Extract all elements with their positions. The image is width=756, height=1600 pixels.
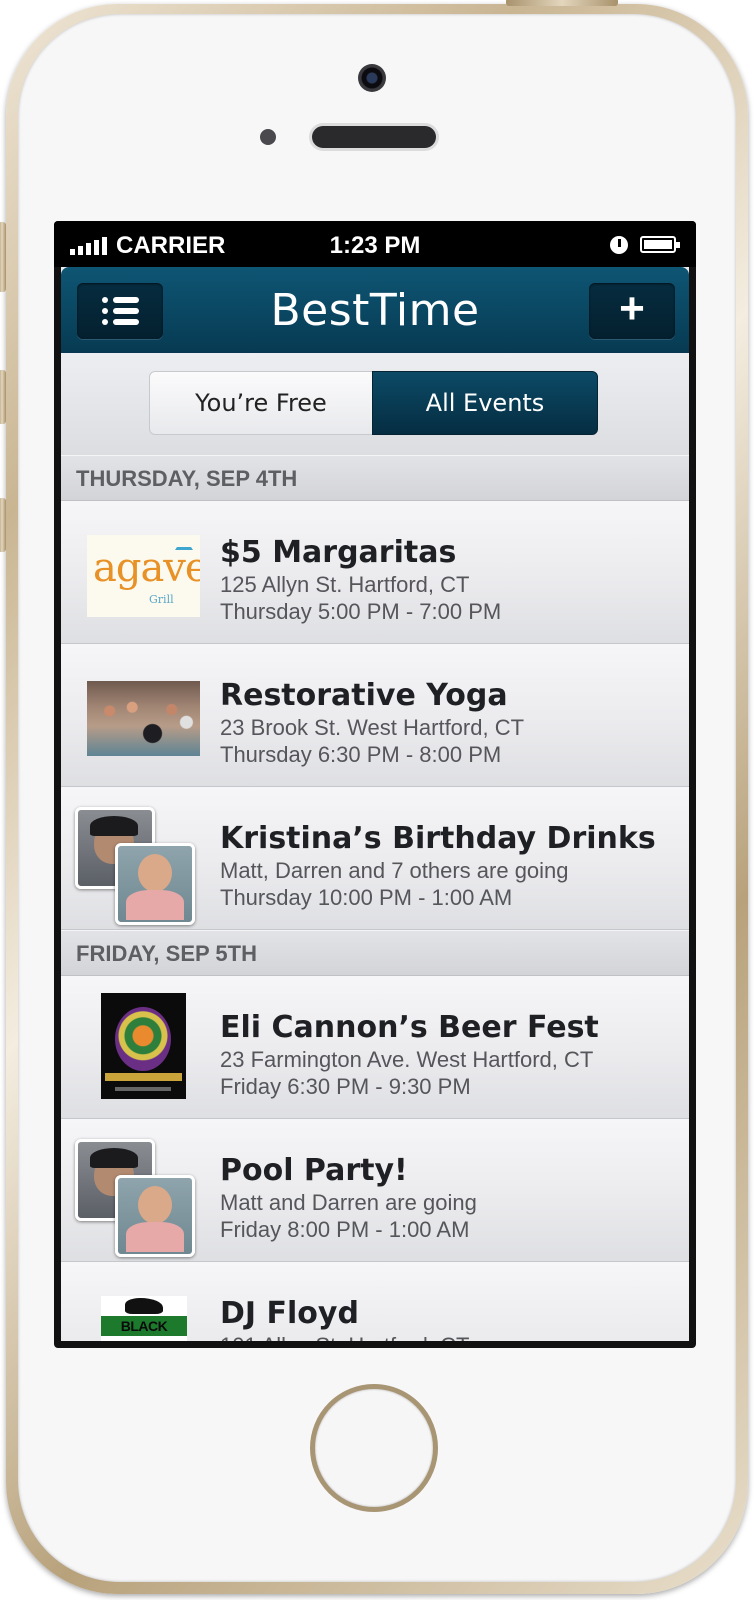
event-location: 23 Brook St. West Hartford, CT — [220, 715, 525, 740]
event-row[interactable]: BLACK BEAR DJ Floyd 101 Allyn St. Hartfo… — [61, 1262, 689, 1341]
tab-all-events[interactable]: All Events — [372, 371, 598, 435]
status-time: 1:23 PM — [329, 232, 421, 259]
segment-bar: You’re Free All Events — [61, 353, 689, 455]
power-button — [506, 0, 618, 6]
event-title: Eli Cannon’s Beer Fest — [220, 1010, 599, 1045]
volume-up-button — [0, 370, 6, 424]
event-location: 23 Farmington Ave. West Hartford, CT — [220, 1047, 594, 1072]
event-location: 125 Allyn St. Hartford, CT — [220, 572, 470, 597]
section-header-thursday: THURSDAY, SEP 4TH — [61, 455, 689, 501]
proximity-sensor — [260, 129, 276, 145]
event-attendees: Matt, Darren and 7 others are going — [220, 858, 569, 883]
avatar — [115, 843, 195, 925]
status-bar: CARRIER 1:23 PM — [54, 221, 696, 267]
event-title: $5 Margaritas — [220, 535, 457, 570]
friends-avatars — [75, 807, 195, 925]
yoga-class-photo — [87, 681, 200, 756]
section-header-friday: FRIDAY, SEP 5TH — [61, 930, 689, 976]
event-row[interactable]: agave Grill $5 Margaritas 125 Allyn St. … — [61, 501, 689, 644]
event-title: Kristina’s Birthday Drinks — [220, 821, 656, 856]
event-row[interactable]: Pool Party! Matt and Darren are going Fr… — [61, 1119, 689, 1262]
event-time: Thursday 6:30 PM - 8:00 PM — [220, 742, 502, 767]
add-event-button[interactable]: + — [589, 283, 675, 339]
event-title: Restorative Yoga — [220, 678, 508, 713]
bear-icon — [125, 1298, 163, 1314]
event-row[interactable]: Kristina’s Birthday Drinks Matt, Darren … — [61, 787, 689, 930]
tab-youre-free[interactable]: You’re Free — [149, 371, 373, 435]
eli-cannons-logo — [101, 993, 186, 1099]
friends-avatars — [75, 1139, 195, 1257]
event-time: Friday 8:00 PM - 1:00 AM — [220, 1217, 470, 1242]
app-view: BestTime + You’re Free All Events THURSD… — [61, 267, 689, 1341]
event-row[interactable]: Restorative Yoga 23 Brook St. West Hartf… — [61, 644, 689, 787]
event-title: DJ Floyd — [220, 1296, 359, 1331]
earpiece-speaker — [312, 126, 436, 148]
event-row[interactable]: Eli Cannon’s Beer Fest 23 Farmington Ave… — [61, 976, 689, 1119]
plus-icon: + — [619, 284, 645, 333]
alarm-clock-icon — [610, 236, 628, 254]
black-bear-logo: BLACK BEAR — [101, 1296, 187, 1341]
screen: CARRIER 1:23 PM BestTime + You’re Free A… — [54, 221, 696, 1348]
event-attendees: Matt and Darren are going — [220, 1190, 477, 1215]
volume-down-button — [0, 498, 6, 552]
event-time: Thursday 10:00 PM - 1:00 AM — [220, 885, 513, 910]
event-location: 101 Allyn St. Hartford, CT — [220, 1333, 469, 1341]
nav-bar: BestTime + — [61, 267, 689, 353]
mute-switch — [0, 222, 6, 292]
event-time: Thursday 5:00 PM - 7:00 PM — [220, 599, 502, 624]
home-button[interactable] — [310, 1384, 438, 1512]
avatar — [115, 1175, 195, 1257]
event-time: Friday 6:30 PM - 9:30 PM — [220, 1074, 471, 1099]
battery-icon — [640, 236, 680, 253]
agave-grill-logo: agave Grill — [87, 535, 200, 617]
front-camera — [358, 64, 386, 92]
event-title: Pool Party! — [220, 1153, 408, 1188]
